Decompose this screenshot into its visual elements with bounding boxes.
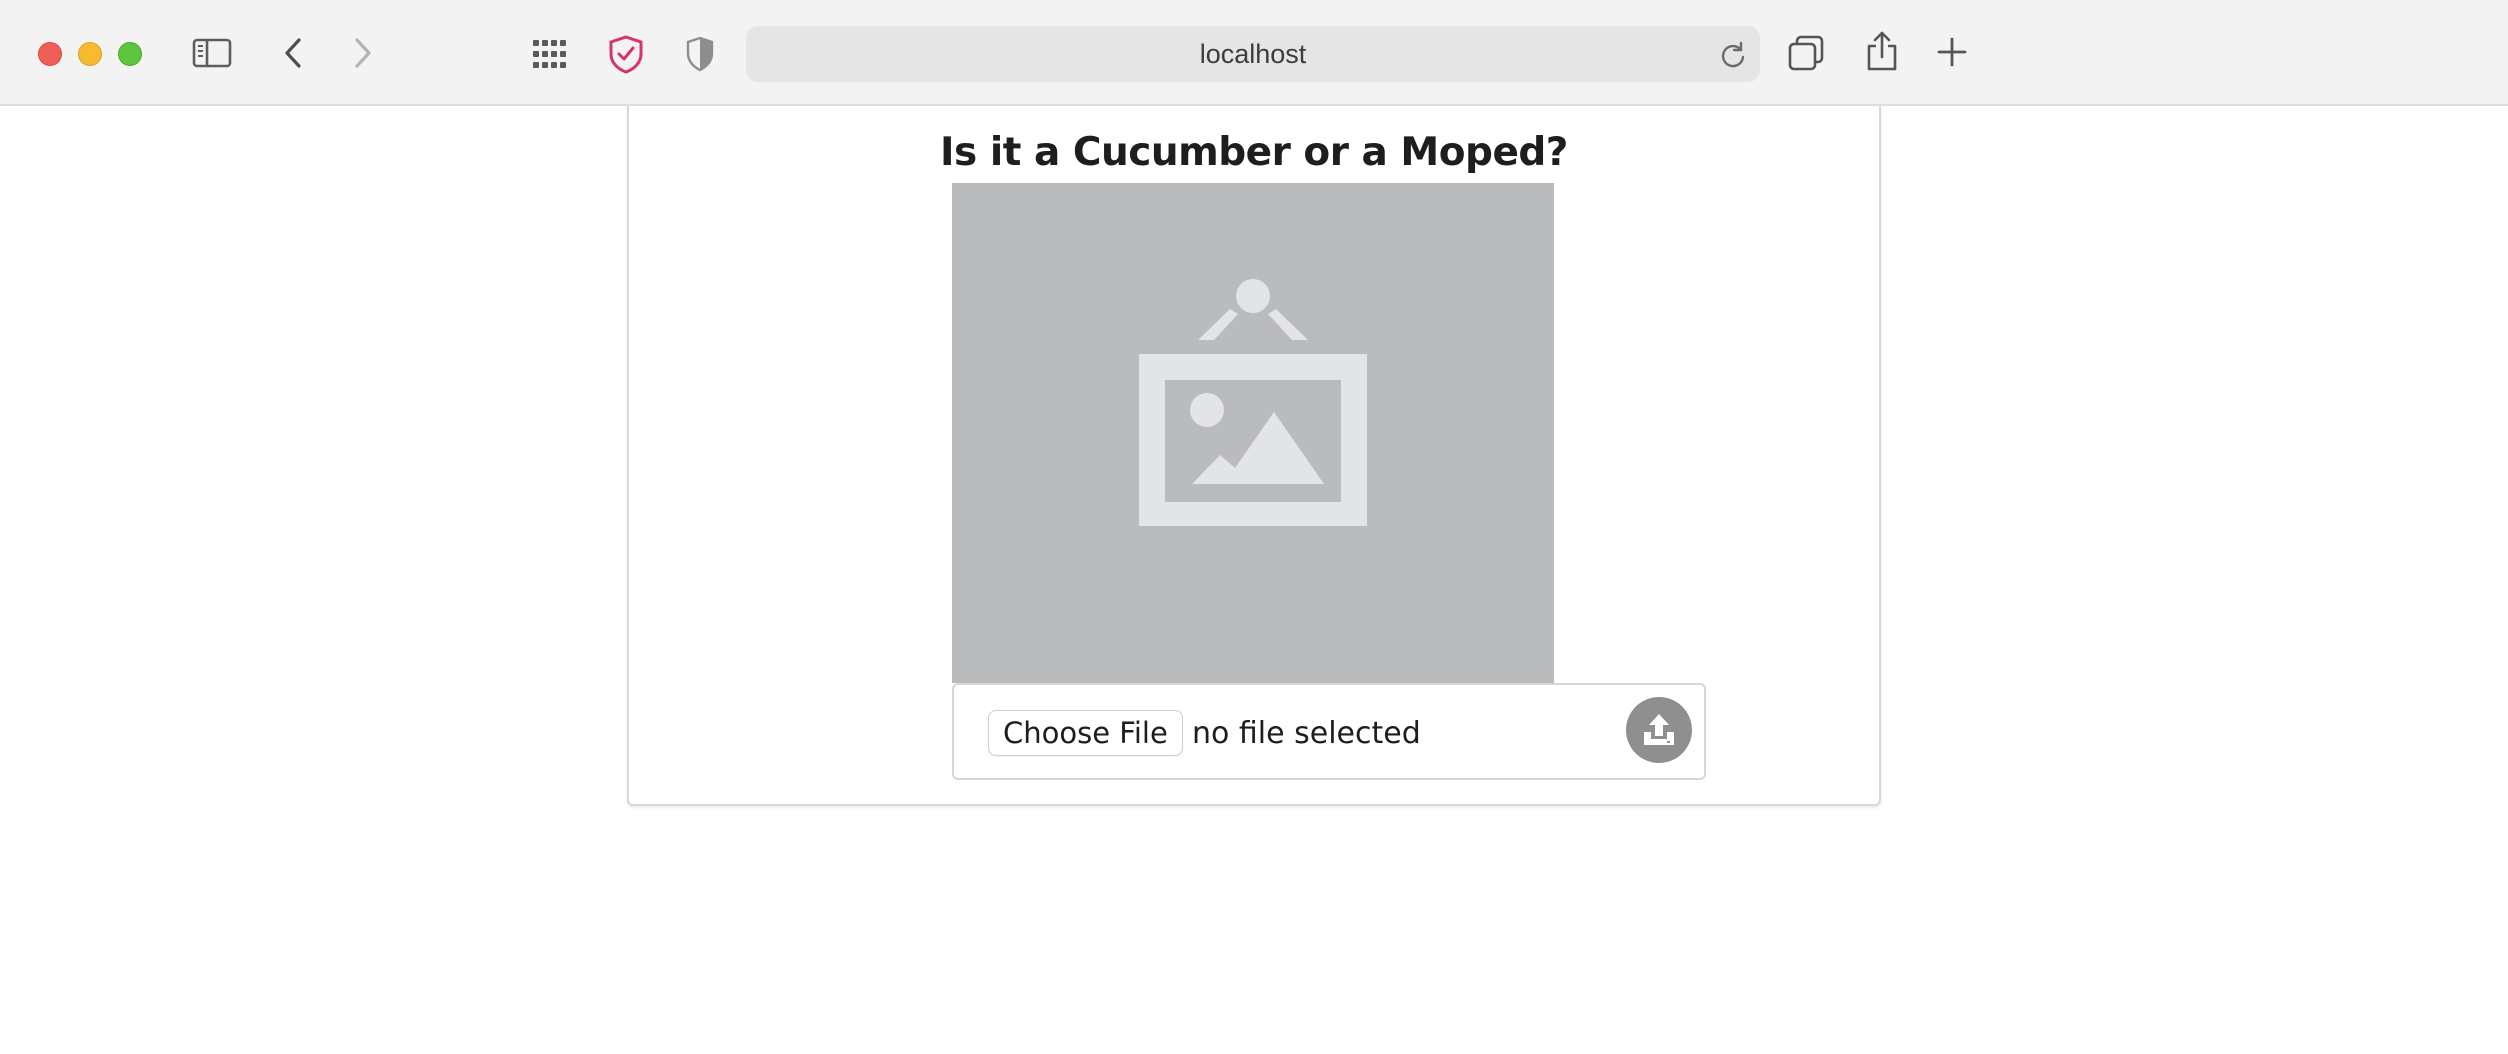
zoom-window-button[interactable]	[118, 42, 142, 66]
close-window-button[interactable]	[38, 42, 62, 66]
grid-icon[interactable]	[530, 36, 570, 72]
upload-button[interactable]	[1626, 697, 1692, 763]
upload-form: Choose File no file selected	[952, 683, 1706, 780]
file-status: no file selected	[1192, 715, 1421, 751]
sidebar-icon[interactable]	[190, 34, 234, 72]
reload-icon[interactable]	[1718, 40, 1748, 70]
minimize-window-button[interactable]	[78, 42, 102, 66]
chevron-left-icon[interactable]	[278, 34, 308, 72]
shield-half-icon[interactable]	[682, 34, 718, 74]
browser-toolbar: localhost	[0, 0, 2508, 106]
image-placeholder-icon	[1139, 279, 1367, 526]
address-bar[interactable]: localhost	[746, 26, 1760, 82]
image-preview	[952, 183, 1554, 683]
share-icon[interactable]	[1862, 28, 1902, 74]
plus-icon[interactable]	[1934, 32, 1970, 72]
page-title: Is it a Cucumber or a Moped?	[940, 130, 1568, 175]
browser-window: localhost Is it a Cucumber or a Moped? C…	[0, 0, 2508, 1054]
upload-icon	[1644, 714, 1674, 745]
shield-check-icon[interactable]	[604, 32, 648, 76]
address-text[interactable]: localhost	[746, 26, 1760, 82]
choose-file-button[interactable]: Choose File	[988, 710, 1183, 756]
chevron-right-icon[interactable]	[348, 34, 378, 72]
tabs-overview-icon[interactable]	[1786, 32, 1826, 74]
